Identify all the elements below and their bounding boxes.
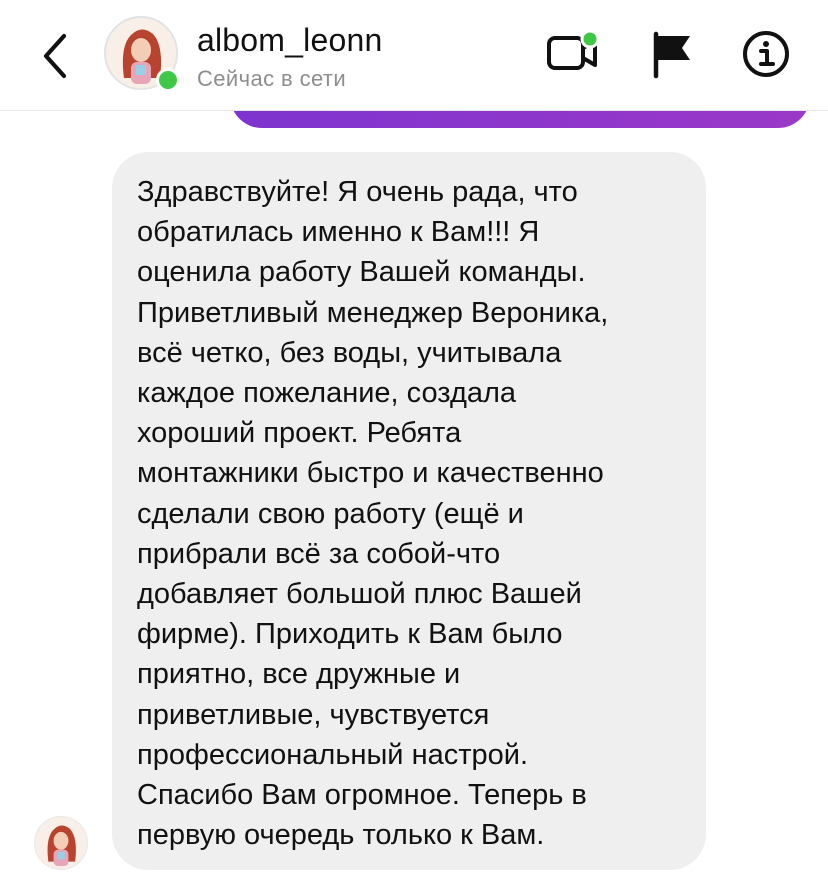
back-button[interactable] xyxy=(34,30,78,82)
dm-screen: albom_leonn Сейчас в сети Здравствуйте! … xyxy=(0,0,828,884)
info-icon xyxy=(743,31,789,77)
message-text: Здравствуйте! Я очень рада, что обратила… xyxy=(137,176,609,852)
video-call-icon xyxy=(547,29,600,70)
chat-username[interactable]: albom_leonn xyxy=(197,22,382,59)
report-button[interactable] xyxy=(650,28,702,80)
girl-illustration-icon xyxy=(35,817,87,869)
chat-header: albom_leonn Сейчас в сети xyxy=(0,0,828,111)
chevron-left-icon xyxy=(43,33,67,79)
info-button[interactable] xyxy=(740,28,792,80)
message-thread: Здравствуйте! Я очень рада, что обратила… xyxy=(0,110,828,884)
outgoing-message-bubble[interactable] xyxy=(230,110,810,128)
profile-avatar[interactable] xyxy=(104,16,182,94)
flag-icon xyxy=(653,31,690,79)
sender-avatar[interactable] xyxy=(34,816,88,870)
video-call-button[interactable] xyxy=(545,28,600,80)
online-indicator xyxy=(156,68,180,92)
online-status: Сейчас в сети xyxy=(197,66,347,91)
